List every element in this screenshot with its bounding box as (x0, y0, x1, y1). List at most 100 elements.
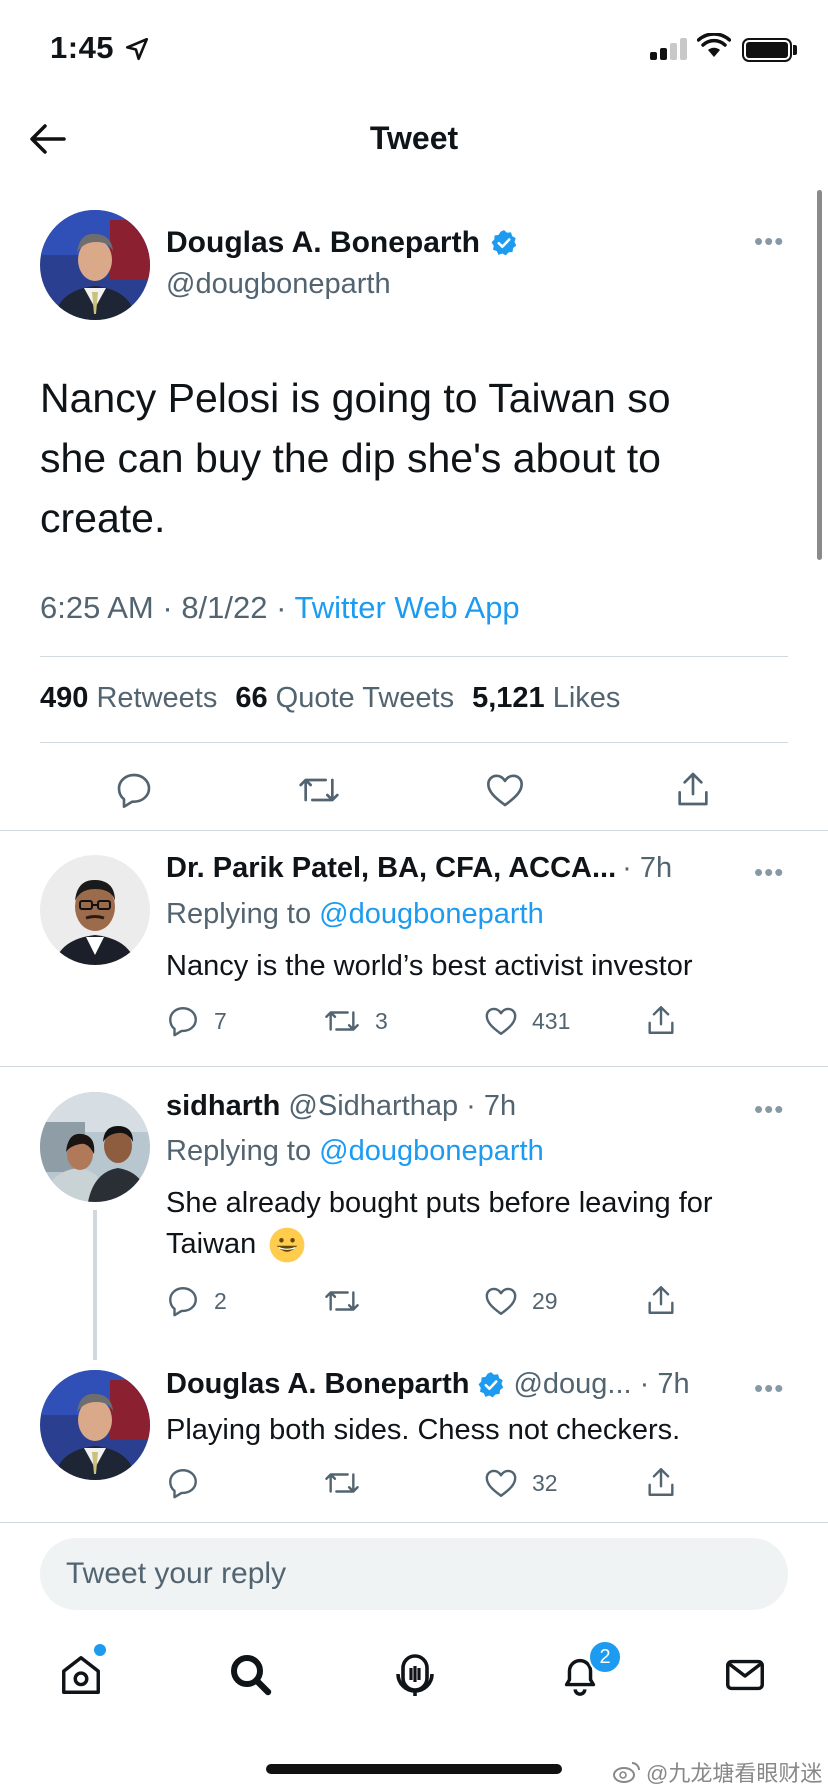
likes-count[interactable]: 5,121 Likes (472, 682, 620, 715)
location-arrow-icon (124, 36, 150, 67)
engagement-counts: 490 Retweets 66 Quote Tweets 5,121 Likes (40, 682, 620, 715)
tweet-source[interactable]: Twitter Web App (295, 590, 520, 625)
retweets-count[interactable]: 490 Retweets (40, 682, 217, 715)
reply-author-name[interactable]: sidharth (166, 1090, 280, 1123)
watermark: @九龙塘看眼财迷 (612, 1756, 822, 1788)
like-button[interactable]: 29 (484, 1284, 558, 1318)
retweet-count: 3 (375, 1007, 388, 1034)
verified-badge-icon (478, 1371, 504, 1397)
battery-tip (793, 45, 797, 55)
share-button[interactable] (644, 1464, 678, 1505)
avatar[interactable] (40, 1092, 150, 1202)
wifi-icon (696, 32, 732, 64)
reply-text: She already bought puts before leaving f… (166, 1183, 796, 1265)
battery-icon (742, 38, 792, 62)
reply-button[interactable] (166, 1466, 200, 1505)
reply-meta[interactable]: @doug... · 7h (513, 1368, 689, 1401)
tweet-text-line: create. (40, 495, 166, 541)
tweet-date[interactable]: 8/1/22 (181, 590, 267, 625)
like-button[interactable]: 32 (484, 1466, 558, 1500)
share-button[interactable] (644, 1002, 678, 1043)
reply-header: Dr. Parik Patel, BA, CFA, ACCA... · 7h (166, 852, 672, 885)
reply-count: 7 (214, 1007, 227, 1034)
mention-link[interactable]: @dougboneparth (319, 898, 544, 930)
retweet-button[interactable] (323, 1466, 361, 1505)
reply-meta[interactable]: · 7h (622, 852, 672, 885)
status-time: 1:45 (50, 30, 115, 65)
retweet-icon (325, 1473, 359, 1493)
grinning-emoji-icon (269, 1227, 305, 1262)
messages-icon[interactable] (722, 1652, 768, 1703)
divider (40, 656, 788, 657)
reply-header: sidharth @Sidharthap · 7h (166, 1090, 516, 1123)
quote-tweets-count[interactable]: 66 Quote Tweets (235, 682, 454, 715)
reply-icon (169, 1469, 197, 1499)
reply-text: Nancy is the world’s best activist inves… (166, 950, 693, 982)
divider (0, 1522, 828, 1523)
share-icon (648, 1006, 674, 1034)
retweet-button[interactable]: 3 (323, 1004, 388, 1038)
page-title: Tweet (369, 120, 459, 156)
like-button[interactable]: 431 (484, 1004, 570, 1038)
more-options-icon[interactable]: ••• (754, 857, 784, 888)
divider (40, 742, 788, 743)
like-button[interactable] (485, 770, 525, 815)
tweet-text-line: Nancy Pelosi is going to Taiwan so (40, 375, 671, 421)
separator: · (162, 590, 182, 625)
more-options-icon[interactable]: ••• (754, 1373, 784, 1404)
reply-compose-input[interactable]: Tweet your reply (40, 1538, 788, 1610)
like-count: 29 (532, 1287, 558, 1314)
reply-author-name[interactable]: Dr. Parik Patel, BA, CFA, ACCA... (166, 852, 616, 885)
reply-author-name[interactable]: Douglas A. Boneparth (166, 1368, 469, 1401)
replying-to: Replying to @dougboneparth (166, 898, 544, 930)
reply-icon (117, 773, 151, 808)
divider (0, 830, 828, 831)
avatar[interactable] (40, 1370, 150, 1480)
reply-icon (169, 1287, 197, 1317)
reply-header: Douglas A. Boneparth @doug... · 7h (166, 1368, 690, 1401)
verified-badge-icon (491, 230, 517, 256)
more-options-icon[interactable]: ••• (754, 226, 784, 257)
reply-text-line: Taiwan (166, 1224, 796, 1265)
retweet-icon (325, 1011, 359, 1031)
home-indicator[interactable] (266, 1764, 562, 1774)
heart-icon (485, 1007, 517, 1035)
reply-button[interactable]: 2 (166, 1284, 227, 1318)
retweet-button[interactable] (323, 1284, 361, 1323)
share-button[interactable] (644, 1282, 678, 1323)
share-button[interactable] (673, 768, 713, 815)
retweet-button[interactable] (297, 770, 341, 815)
separator: · (276, 590, 295, 625)
cellular-signal-icon (650, 38, 687, 60)
retweet-icon (299, 778, 339, 802)
spaces-icon[interactable] (391, 1650, 439, 1703)
tweet-text: Nancy Pelosi is going to Taiwan so she c… (40, 368, 780, 548)
author-name-row[interactable]: Douglas A. Boneparth (166, 226, 518, 260)
reply-button[interactable]: 7 (166, 1004, 227, 1038)
more-options-icon[interactable]: ••• (754, 1094, 784, 1125)
tweet-time[interactable]: 6:25 AM (40, 590, 154, 625)
weibo-logo-icon (613, 1762, 640, 1783)
search-icon[interactable] (226, 1650, 274, 1703)
tweet-meta: 6:25 AM · 8/1/22 · Twitter Web App (40, 590, 520, 626)
reply-count: 2 (214, 1287, 227, 1314)
scrollbar[interactable] (817, 190, 822, 560)
reply-icon (169, 1007, 197, 1037)
home-icon[interactable] (58, 1652, 104, 1703)
reply-button[interactable] (114, 770, 154, 815)
mention-link[interactable]: @dougboneparth (319, 1135, 544, 1167)
like-count: 431 (532, 1007, 571, 1034)
avatar[interactable] (40, 210, 150, 320)
share-icon (648, 1286, 674, 1314)
author-handle[interactable]: @dougboneparth (166, 268, 391, 301)
author-name[interactable]: Douglas A. Boneparth (166, 226, 480, 260)
heart-icon (485, 1287, 517, 1315)
notification-badge: 2 (588, 1640, 622, 1674)
avatar[interactable] (40, 855, 150, 965)
like-count: 32 (532, 1469, 558, 1496)
reply-text-line: She already bought puts before leaving f… (166, 1187, 713, 1219)
reply-meta[interactable]: @Sidharthap · 7h (288, 1090, 516, 1123)
home-notification-dot (94, 1644, 106, 1656)
replying-to: Replying to @dougboneparth (166, 1135, 544, 1167)
reply-text: Playing both sides. Chess not checkers. (166, 1414, 681, 1446)
